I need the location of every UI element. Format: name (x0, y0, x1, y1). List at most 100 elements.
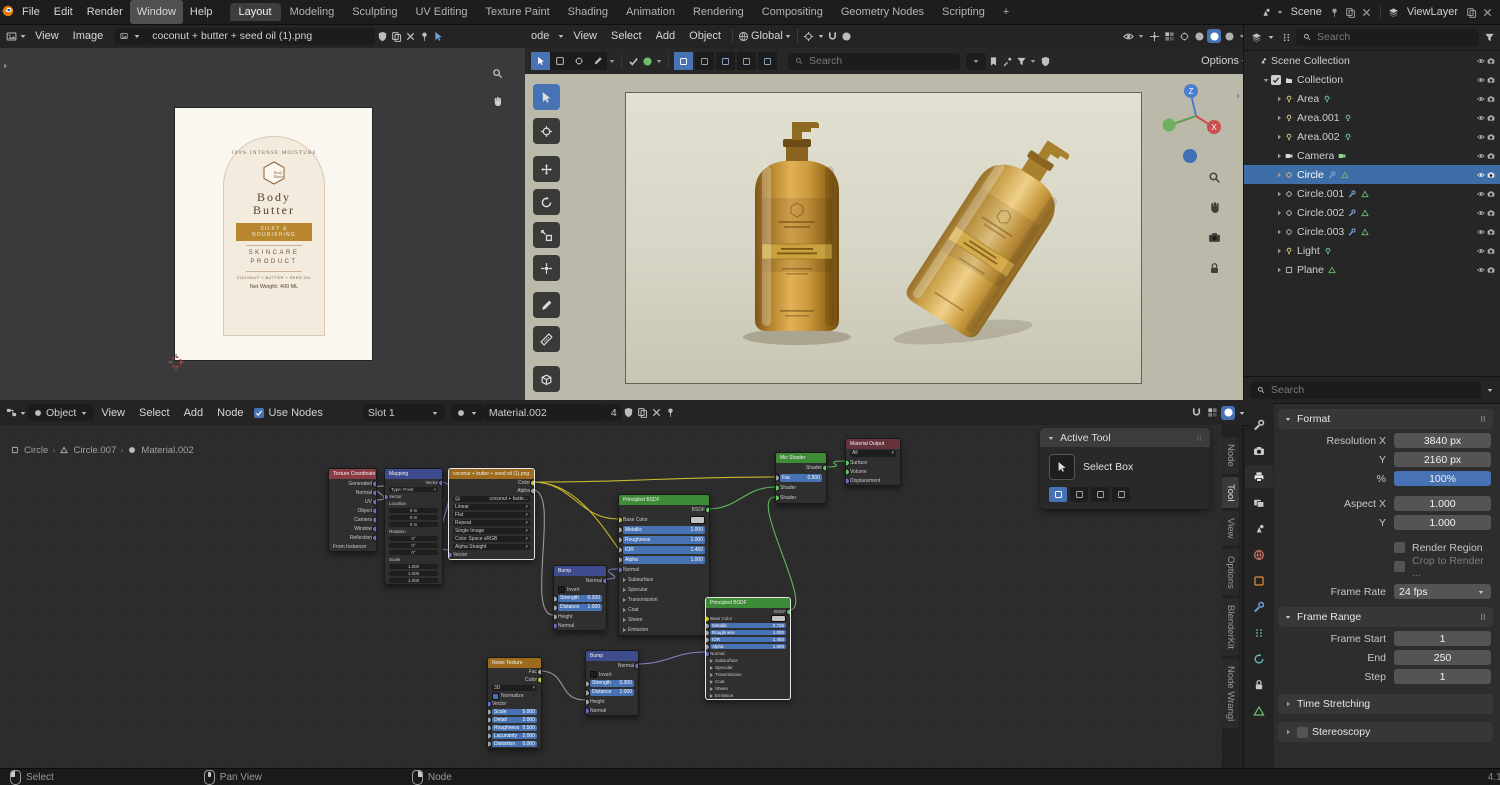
select-mode-4[interactable] (758, 52, 777, 70)
hide-eye-icon[interactable] (1476, 245, 1486, 257)
node-noise[interactable]: Noise TextureFacColor3D▾NormalizeVectorS… (487, 657, 542, 749)
collapsed-section-time-stretching[interactable]: Time Stretching (1278, 694, 1493, 714)
nav-camera-icon[interactable] (1208, 231, 1221, 247)
checkbox-crop-to-render-[interactable] (1394, 561, 1405, 572)
property-value-step[interactable]: 1 (1394, 669, 1491, 684)
select-mode-2[interactable] (716, 52, 735, 70)
shader-menu-select[interactable]: Select (132, 400, 177, 425)
hide-eye-icon[interactable] (1476, 207, 1486, 219)
tool-caret-icon[interactable] (607, 55, 617, 67)
image-menu-view[interactable]: View (28, 24, 66, 48)
material-name-field[interactable]: Material.002 (484, 404, 606, 421)
disable-render-icon[interactable] (1486, 188, 1496, 200)
properties-tab-world[interactable] (1245, 543, 1273, 566)
select-mode-0[interactable] (674, 52, 693, 70)
scene-unlink-icon[interactable] (1360, 5, 1374, 19)
disable-render-icon[interactable] (1486, 226, 1496, 238)
caret-right-icon[interactable] (1274, 131, 1284, 143)
zoom-icon[interactable] (490, 66, 504, 80)
disable-render-icon[interactable] (1486, 169, 1496, 181)
property-value-frame-start[interactable]: 1 (1394, 631, 1491, 646)
node-bump1[interactable]: BumpNormalInvertStrength0.200Distance1.0… (553, 565, 607, 631)
tool-add-cube[interactable] (533, 366, 560, 392)
tab-shading[interactable]: Shading (559, 3, 617, 21)
grip-icon[interactable] (1194, 432, 1204, 444)
tab-geometry-nodes[interactable]: Geometry Nodes (832, 3, 933, 21)
display-mode-icon[interactable] (1279, 30, 1293, 44)
orientation-globe-icon[interactable] (737, 29, 751, 43)
sidebar-collapse-icon[interactable] (1233, 90, 1243, 102)
tool-move[interactable] (533, 156, 560, 182)
viewport-search-input[interactable] (807, 54, 954, 68)
unlink-material-icon[interactable] (650, 406, 664, 420)
scene-name[interactable]: Scene (1287, 6, 1326, 18)
tab-compositing[interactable]: Compositing (753, 3, 832, 21)
tab-rendering[interactable]: Rendering (684, 3, 753, 21)
tool-measure[interactable] (533, 326, 560, 352)
scene-caret-icon[interactable] (1275, 6, 1285, 18)
active-tool-header[interactable]: Active Tool (1040, 428, 1210, 447)
filter-icon[interactable] (1482, 30, 1496, 44)
checkbox-render-region[interactable] (1394, 542, 1405, 553)
snap-icon[interactable] (1189, 406, 1203, 420)
nav-pan-icon[interactable] (1208, 201, 1221, 217)
hide-eye-icon[interactable] (1476, 74, 1486, 86)
properties-tab-render[interactable] (1245, 439, 1273, 462)
outliner-row-area[interactable]: Area (1244, 89, 1500, 108)
image-editor-type-icon[interactable] (4, 29, 18, 43)
tab-texture-paint[interactable]: Texture Paint (476, 3, 558, 21)
nav-zoom-icon[interactable] (1208, 171, 1221, 187)
material-browse-button[interactable] (451, 404, 484, 421)
disable-render-icon[interactable] (1486, 93, 1496, 105)
disable-render-icon[interactable] (1486, 264, 1496, 276)
menu-edit[interactable]: Edit (47, 0, 80, 24)
editor-type-caret-icon[interactable] (18, 407, 28, 419)
hide-eye-icon[interactable] (1476, 112, 1486, 124)
pin-icon[interactable] (664, 406, 678, 420)
viewport-menu-view[interactable]: View (566, 24, 604, 48)
select-tool-1[interactable] (550, 52, 569, 70)
menu-help[interactable]: Help (183, 0, 220, 24)
collection-checkbox[interactable] (1271, 75, 1281, 85)
outliner-row-scene collection[interactable]: Scene Collection (1244, 51, 1500, 70)
outliner-row-collection[interactable]: Collection (1244, 70, 1500, 89)
caret-right-icon[interactable] (1274, 169, 1284, 181)
collapsed-section-stereoscopy[interactable]: Stereoscopy (1278, 722, 1493, 742)
fake-user-shield-icon[interactable] (622, 406, 636, 420)
shader-menu-add[interactable]: Add (177, 400, 211, 425)
node-mix[interactable]: Mix ShaderShaderFac0.500ShaderShader (775, 452, 827, 504)
disable-render-icon[interactable] (1486, 131, 1496, 143)
properties-tab-constraints[interactable] (1245, 673, 1273, 696)
visibility-caret-icon[interactable] (1136, 30, 1146, 42)
image-menu-image[interactable]: Image (66, 24, 111, 48)
tab-layout[interactable]: Layout (230, 3, 281, 21)
hide-eye-icon[interactable] (1476, 226, 1486, 238)
gizmo-cursor-icon[interactable] (431, 29, 445, 43)
properties-tab-physics[interactable] (1245, 647, 1273, 670)
caret-right-icon[interactable] (1274, 112, 1284, 124)
bookmark-icon[interactable] (986, 54, 1000, 68)
hide-eye-icon[interactable] (1476, 131, 1486, 143)
material-users-button[interactable]: 4 (606, 404, 622, 421)
nav-lock-icon[interactable] (1208, 262, 1221, 278)
snap-caret-icon[interactable] (816, 30, 826, 42)
outliner-row-area-002[interactable]: Area.002 (1244, 127, 1500, 146)
pin-icon[interactable] (417, 29, 431, 43)
caret-right-icon[interactable] (1274, 264, 1284, 276)
navigation-gizmo[interactable]: Z X (1155, 82, 1235, 174)
select-box-tool-icon[interactable] (1049, 454, 1075, 480)
eyedropper-icon[interactable] (1000, 54, 1014, 68)
shader-editor-type-icon[interactable] (4, 406, 18, 420)
menu-window[interactable]: Window (130, 0, 183, 24)
tool-cursor[interactable] (533, 118, 560, 144)
select-tool-2[interactable] (569, 52, 588, 70)
property-value--[interactable]: 100% (1394, 471, 1491, 486)
outliner-row-circle-003[interactable]: Circle.003 (1244, 222, 1500, 241)
falloff-icon[interactable] (640, 54, 654, 68)
filter-caret-icon[interactable] (1028, 55, 1038, 67)
tool-scale[interactable] (533, 222, 560, 248)
caret-right-icon[interactable] (1274, 207, 1284, 219)
properties-tab-view-layer[interactable] (1245, 491, 1273, 514)
select-tool-0[interactable] (531, 52, 550, 70)
snap-dropdown[interactable] (966, 53, 986, 70)
